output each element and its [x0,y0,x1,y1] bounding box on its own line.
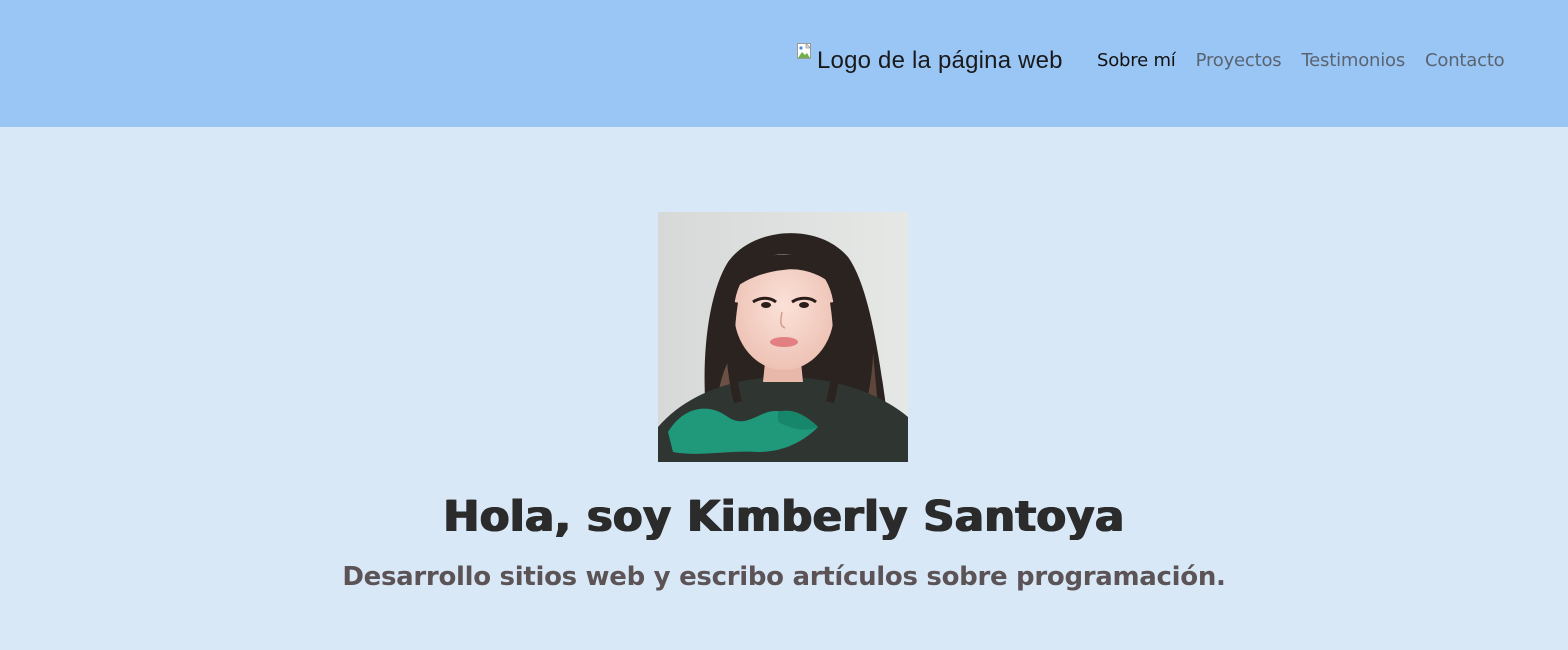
hero-title: Hola, soy Kimberly Santoya [443,492,1125,542]
nav-link-sobre-mi[interactable]: Sobre mí [1097,49,1176,73]
hero-section: Hola, soy Kimberly Santoya Desarrollo si… [0,127,1568,650]
nav-link-contacto[interactable]: Contacto [1425,49,1505,73]
profile-photo [658,212,908,462]
logo-alt-text: Logo de la página web [817,47,1063,74]
main-nav: Sobre mí Proyectos Testimonios Contacto [1097,49,1505,73]
nav-link-proyectos[interactable]: Proyectos [1196,49,1282,73]
logo-link[interactable]: Logo de la página web [797,42,1063,74]
broken-image-icon [797,42,813,59]
hero-subtitle: Desarrollo sitios web y escribo artículo… [342,562,1226,592]
nav-link-testimonios[interactable]: Testimonios [1301,49,1405,73]
top-navbar: Logo de la página web Sobre mí Proyectos… [0,0,1568,127]
